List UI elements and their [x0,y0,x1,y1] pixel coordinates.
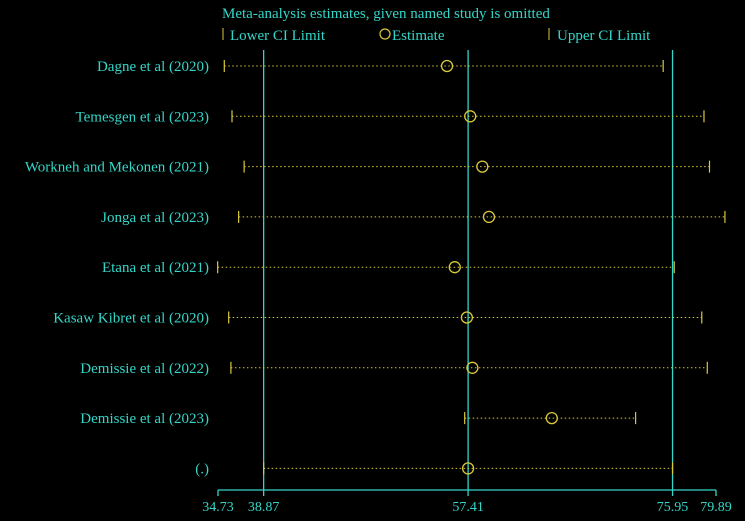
estimate-marker [460,311,474,324]
legend-estimate-marker [379,28,391,40]
study-label: Demissie et al (2022) [80,361,209,377]
plot-area: Dagne et al (2020) Temesgen et al (2023) W… [25,50,726,490]
legend: Meta-analysis estimates, given named stu… [222,6,651,44]
forest-plot: Meta-analysis estimates, given named stu… [25,6,732,515]
estimate-marker [440,59,454,73]
estimate-marker [476,160,489,173]
legend-lower-label: Lower CI Limit [230,28,326,44]
chart-title: Meta-analysis estimates, given named stu… [222,6,550,22]
study-label: Etana et al (2021) [102,260,209,276]
study-label: Temesgen et al (2023) [76,109,209,125]
study-label: Workneh and Mekonen (2021) [25,160,209,176]
study-label: Demissie et al (2023) [80,411,209,427]
estimate-marker [545,411,558,425]
study-label: (.) [195,461,209,477]
study-label: Dagne et al (2020) [97,59,209,75]
x-tick-label: 79.89 [700,500,732,515]
study-label: Jonga et al (2023) [101,210,209,226]
x-tick-label: 38.87 [248,500,280,515]
legend-estimate-label: Estimate [392,28,445,44]
x-tick-label: 57.41 [452,500,484,515]
x-tick-label: 75.95 [657,500,689,515]
legend-upper-label: Upper CI Limit [557,28,651,44]
x-axis: 34.73 38.87 57.41 75.95 79.89 [202,489,732,515]
study-label: Kasaw Kibret et al (2020) [53,311,209,327]
estimate-marker [482,210,496,224]
x-tick-label: 34.73 [202,500,234,515]
estimate-marker [464,110,477,123]
